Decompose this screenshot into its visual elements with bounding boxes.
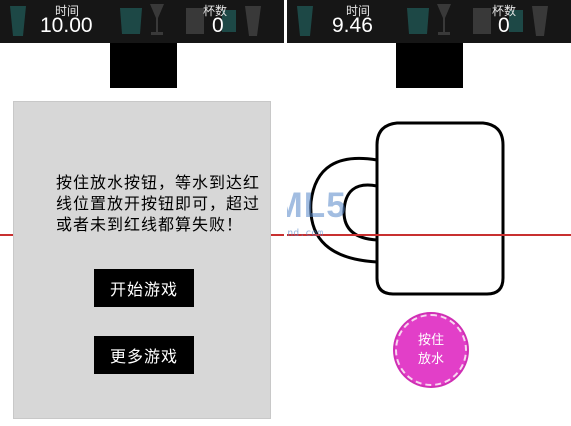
pour-button-line1: 按住 xyxy=(417,333,444,348)
instructions-text: 按住放水按钮，等水到达红线位置放开按钮即可，超过或者未到红线都算失败！ xyxy=(56,173,261,234)
water-tap xyxy=(110,43,177,88)
more-games-button[interactable]: 更多游戏 xyxy=(94,336,194,374)
left-game-screen: 时间 10.00 杯数 0 按住放水按钮，等水到达红线位置放开按钮即可，超过或者… xyxy=(0,0,284,426)
top-status-bar: 时间 10.00 杯数 0 xyxy=(0,0,284,43)
pour-water-button[interactable]: 按住 放水 xyxy=(395,314,467,386)
pour-button-line2: 放水 xyxy=(417,352,444,367)
right-game-screen: 时间 9.46 杯数 0 HTML5 bbs.zzfriend.com 按住 放… xyxy=(287,0,571,426)
time-value: 10.00 xyxy=(40,14,93,37)
target-red-line xyxy=(287,234,571,236)
start-overlay-panel: 按住放水按钮，等水到达红线位置放开按钮即可，超过或者未到红线都算失败！ 开始游戏… xyxy=(13,101,271,419)
cups-value: 0 xyxy=(212,14,224,37)
start-game-button[interactable]: 开始游戏 xyxy=(94,269,194,307)
